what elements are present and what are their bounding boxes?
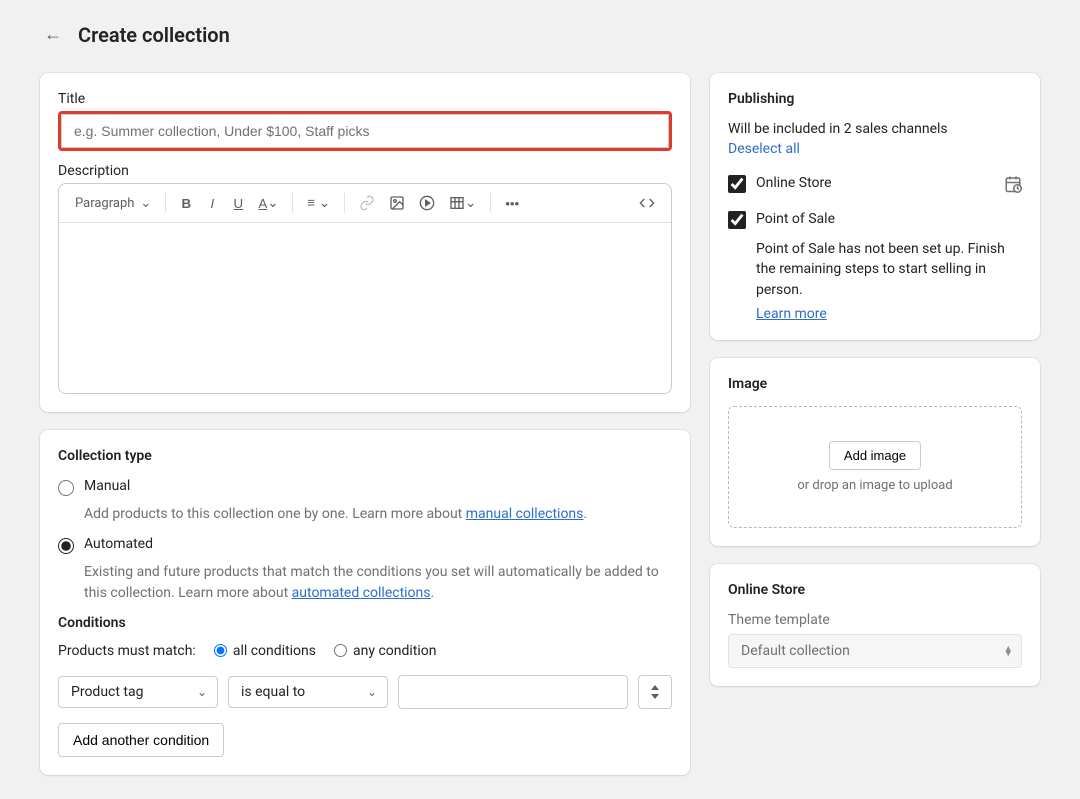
channel-label: Point of Sale [756,211,835,227]
channel-label: Online Store [756,175,832,191]
image-dropzone[interactable]: Add image or drop an image to upload [728,406,1022,528]
format-selector[interactable]: Paragraph ⌄ [69,192,157,215]
any-condition-radio[interactable] [334,644,347,657]
image-button[interactable] [383,190,411,216]
table-button[interactable]: ⌄ [443,190,482,216]
separator [344,193,345,213]
chevron-down-icon: ⌄ [197,685,207,699]
online-store-heading: Online Store [728,582,1022,598]
code-view-button[interactable] [633,190,661,216]
separator [165,193,166,213]
back-button[interactable]: ← [40,20,66,49]
link-button[interactable] [353,190,381,216]
any-condition-label: any condition [353,643,437,659]
publishing-card: Publishing Will be included in 2 sales c… [710,73,1040,340]
learn-more-link[interactable]: Learn more [756,306,827,322]
collection-type-card: Collection type Manual Add products to t… [40,430,690,775]
text-color-button[interactable]: A ⌄ [252,190,284,216]
theme-template-label: Theme template [728,612,1022,628]
bold-button[interactable]: B [174,190,198,216]
automated-collections-link[interactable]: automated collections [292,585,431,601]
description-label: Description [58,163,672,179]
channel-point-of-sale: Point of Sale [728,211,1022,229]
automated-radio[interactable] [58,538,74,554]
title-highlight-box [58,111,672,151]
manual-label: Manual [84,478,130,494]
chevron-down-icon: ⌄ [140,196,151,211]
online-store-card: Online Store Theme template Default coll… [710,564,1040,686]
conditions-heading: Conditions [58,615,672,631]
title-description-card: Title Description Paragraph ⌄ B I U [40,73,690,412]
chevron-down-icon: ⌄ [367,685,377,699]
video-button[interactable] [413,190,441,216]
rich-text-editor: Paragraph ⌄ B I U A ⌄ ≡ ⌄ [58,183,672,394]
title-input[interactable] [61,114,669,148]
condition-field-select[interactable]: Product tag ⌄ [58,676,218,708]
all-conditions-radio[interactable] [214,644,227,657]
point-of-sale-checkbox[interactable] [728,211,746,229]
condition-sort-button[interactable] [638,675,672,709]
manual-description: Add products to this collection one by o… [84,504,672,524]
channel-online-store: Online Store [728,175,1022,197]
title-label: Title [58,91,672,107]
condition-value-input[interactable] [398,675,628,709]
italic-button[interactable]: I [200,190,224,216]
manual-radio[interactable] [58,480,74,496]
automated-label: Automated [84,536,153,552]
page-title: Create collection [78,23,230,47]
automated-description: Existing and future products that match … [84,562,672,603]
condition-row: Product tag ⌄ is equal to ⌄ [58,675,672,709]
all-conditions-label: all conditions [233,643,316,659]
updown-icon: ▴▾ [1005,645,1011,656]
condition-operator-select[interactable]: is equal to ⌄ [228,676,388,708]
image-card: Image Add image or drop an image to uplo… [710,358,1040,546]
description-editor[interactable] [59,223,671,393]
format-selector-label: Paragraph [75,196,134,211]
more-button[interactable]: ••• [499,190,525,216]
publishing-subtitle: Will be included in 2 sales channels [728,121,1022,137]
match-row: Products must match: all conditions any … [58,643,672,659]
publishing-heading: Publishing [728,91,1022,107]
theme-template-select[interactable]: Default collection ▴▾ [728,634,1022,668]
add-image-button[interactable]: Add image [829,441,921,470]
match-label: Products must match: [58,643,196,659]
image-heading: Image [728,376,1022,392]
add-condition-button[interactable]: Add another condition [58,723,224,757]
manual-collections-link[interactable]: manual collections [466,506,584,522]
online-store-checkbox[interactable] [728,175,746,193]
pos-note: Point of Sale has not been set up. Finis… [756,239,1022,300]
collection-type-heading: Collection type [58,448,672,464]
schedule-icon[interactable] [1004,175,1022,197]
separator [490,193,491,213]
rte-toolbar: Paragraph ⌄ B I U A ⌄ ≡ ⌄ [59,184,671,223]
separator [292,193,293,213]
drop-text: or drop an image to upload [741,478,1009,493]
deselect-all-link[interactable]: Deselect all [728,141,800,157]
underline-button[interactable]: U [226,190,250,216]
align-button[interactable]: ≡ ⌄ [301,190,336,216]
